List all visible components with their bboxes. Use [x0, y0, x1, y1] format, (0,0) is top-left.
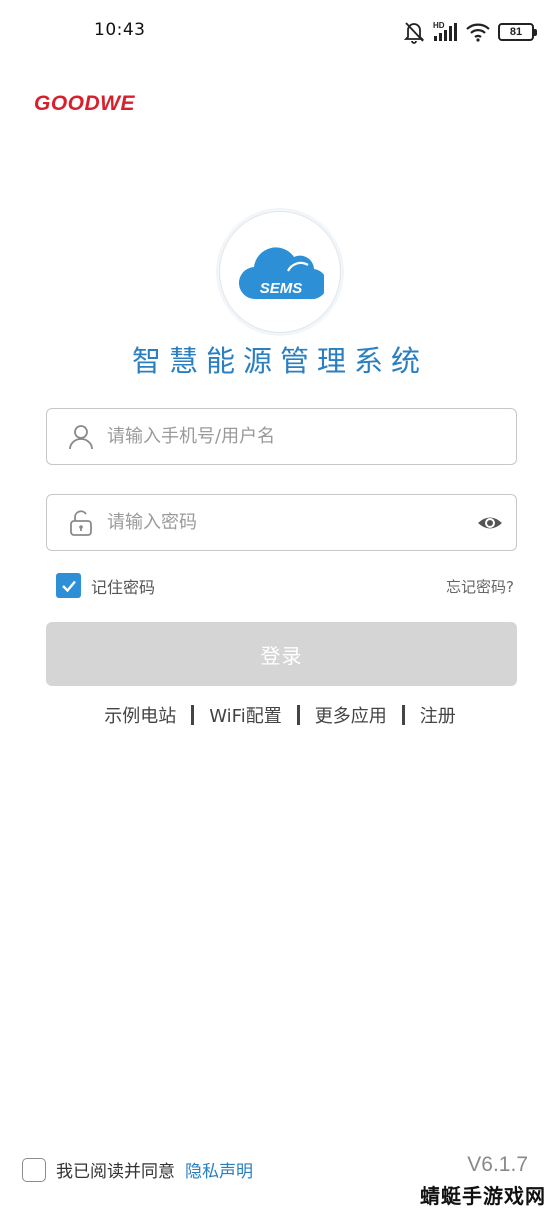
- network-label: HD: [433, 21, 445, 30]
- username-input[interactable]: [107, 417, 467, 455]
- user-icon: [69, 425, 93, 450]
- battery-level: 81: [509, 26, 523, 38]
- link-register[interactable]: 注册: [420, 702, 456, 728]
- status-time: 10:43: [94, 20, 146, 40]
- privacy-agreement: 我已阅读并同意 隐私声明: [22, 1157, 253, 1182]
- agree-checkbox[interactable]: [22, 1157, 46, 1182]
- app-title: 智慧能源管理系统: [131, 344, 428, 378]
- quick-links: 示例电站 WiFi配置 更多应用 注册: [0, 702, 560, 728]
- link-wifi-config[interactable]: WiFi配置: [209, 702, 281, 728]
- status-icons: HD 81: [403, 20, 537, 44]
- logo-text: SEMS: [260, 280, 303, 297]
- check-icon: [61, 580, 76, 592]
- link-demo-station[interactable]: 示例电站: [104, 702, 176, 728]
- mute-bell-icon: [403, 22, 425, 44]
- username-field[interactable]: [46, 408, 517, 465]
- status-bar: 10:43 HD 81: [0, 0, 560, 64]
- signal-icon: HD: [433, 21, 457, 41]
- link-divider: [191, 705, 195, 725]
- brand-logo: GOODWE: [34, 92, 135, 115]
- login-button[interactable]: 登录: [46, 622, 517, 686]
- link-divider: [401, 705, 405, 725]
- privacy-link[interactable]: 隐私声明: [185, 1157, 253, 1182]
- remember-checkbox[interactable]: [56, 573, 81, 598]
- link-divider: [296, 705, 300, 725]
- password-field[interactable]: [46, 494, 517, 551]
- app-logo: SEMS: [219, 211, 341, 333]
- remember-label: 记住密码: [91, 577, 156, 597]
- agree-text: 我已阅读并同意: [56, 1162, 175, 1182]
- forgot-password-link[interactable]: 忘记密码?: [446, 576, 514, 597]
- battery-icon: 81: [498, 23, 537, 41]
- cloud-icon: SEMS: [239, 247, 324, 300]
- app-version: V6.1.7: [467, 1153, 528, 1176]
- lock-icon: [70, 510, 92, 536]
- remember-password[interactable]: 记住密码: [56, 573, 155, 598]
- wifi-icon: [466, 23, 490, 42]
- link-more-apps[interactable]: 更多应用: [315, 702, 387, 728]
- eye-icon[interactable]: [476, 511, 504, 535]
- watermark: 蜻蜓手游戏网: [420, 1184, 546, 1208]
- password-input[interactable]: [107, 503, 467, 541]
